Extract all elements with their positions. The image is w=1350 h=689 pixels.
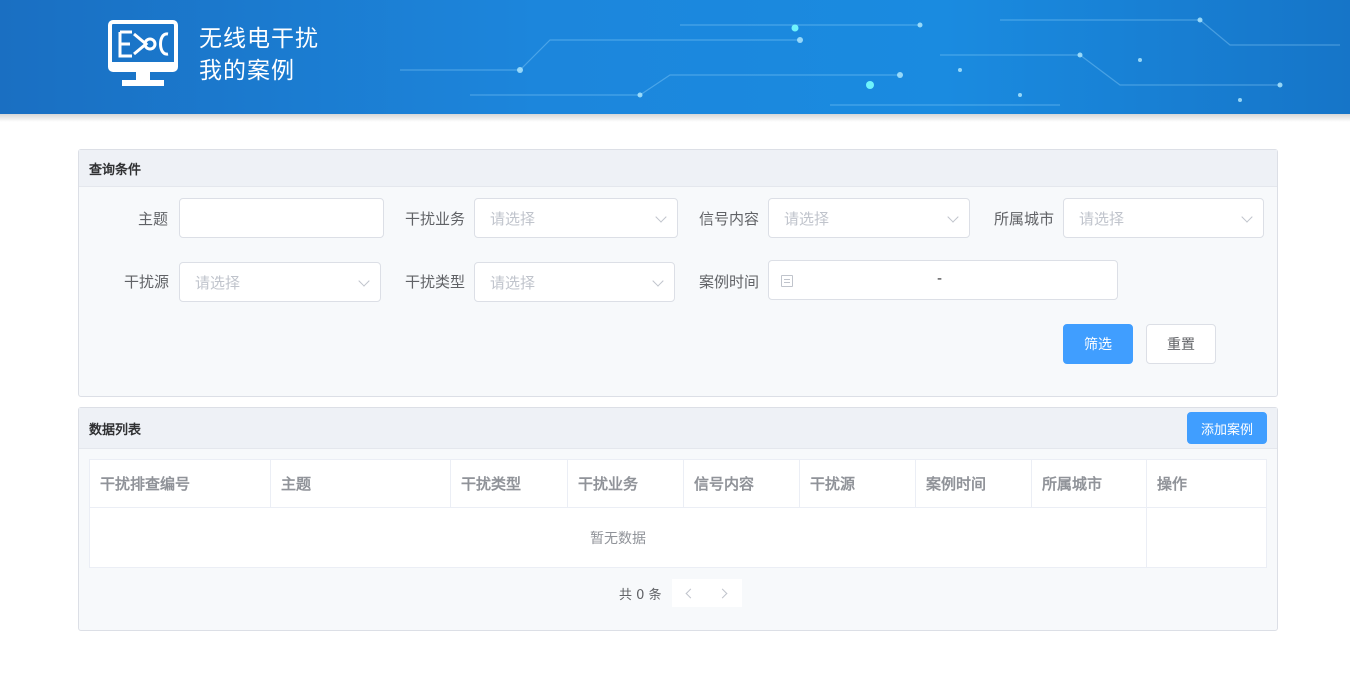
table-body: 暂无数据: [90, 508, 1266, 567]
chevron-down-icon: [1241, 211, 1253, 223]
chevron-down-icon: [947, 211, 959, 223]
time-label: 案例时间: [699, 273, 760, 291]
app-title: 无线电干扰 我的案例: [199, 23, 319, 87]
reset-button[interactable]: 重置: [1146, 324, 1216, 364]
list-panel-header: 数据列表 添加案例: [79, 408, 1277, 449]
city-label: 所属城市: [994, 210, 1055, 228]
time-range-picker[interactable]: -: [768, 260, 1118, 300]
list-panel-title: 数据列表: [89, 422, 142, 438]
column-header[interactable]: 操作: [1147, 460, 1266, 507]
time-range-separator: -: [937, 271, 943, 287]
subject-input[interactable]: [179, 198, 384, 238]
business-label: 干扰业务: [405, 210, 466, 228]
business-select[interactable]: 请选择: [474, 198, 678, 238]
empty-text: 暂无数据: [590, 530, 646, 547]
chevron-down-icon: [652, 275, 664, 287]
chevron-right-icon: [717, 588, 728, 598]
app-title-line1: 无线电干扰: [199, 26, 319, 52]
header-shadow: [0, 114, 1350, 122]
type-select[interactable]: 请选择: [474, 262, 675, 302]
type-label: 干扰类型: [405, 273, 466, 291]
subject-label: 主题: [138, 210, 169, 228]
app-header: 无线电干扰 我的案例: [0, 0, 1350, 114]
pagination-total: 共 0 条: [619, 587, 662, 603]
query-panel-header: 查询条件: [79, 150, 1277, 187]
column-header[interactable]: 干扰源: [800, 460, 916, 507]
signal-select[interactable]: 请选择: [768, 198, 970, 238]
query-panel: 查询条件 主题 干扰业务 请选择 信号内容 请选择 所属城市 请选择 干扰源 请…: [78, 149, 1278, 397]
column-header[interactable]: 信号内容: [684, 460, 800, 507]
signal-select-placeholder: 请选择: [784, 209, 830, 228]
circuit-decoration: [400, 17, 1340, 106]
monitor-logo-icon: [108, 20, 178, 86]
source-label: 干扰源: [124, 273, 170, 291]
column-header[interactable]: 主题: [271, 460, 451, 507]
list-panel: 数据列表 添加案例 干扰排查编号 主题 干扰类型 干扰业务 信号内容 干扰源 案…: [78, 407, 1278, 631]
add-case-button[interactable]: 添加案例: [1187, 412, 1267, 444]
source-select[interactable]: 请选择: [179, 262, 381, 302]
signal-label: 信号内容: [699, 210, 760, 228]
city-select-placeholder: 请选择: [1079, 209, 1125, 228]
column-header[interactable]: 所属城市: [1032, 460, 1147, 507]
next-page-button[interactable]: [706, 579, 742, 607]
case-table: 干扰排查编号 主题 干扰类型 干扰业务 信号内容 干扰源 案例时间 所属城市 操…: [89, 459, 1267, 568]
source-select-placeholder: 请选择: [195, 273, 241, 292]
column-header[interactable]: 干扰业务: [568, 460, 684, 507]
app-title-line2: 我的案例: [199, 58, 295, 84]
operation-column-divider: [1146, 508, 1147, 567]
table-header: 干扰排查编号 主题 干扰类型 干扰业务 信号内容 干扰源 案例时间 所属城市 操…: [90, 460, 1266, 508]
chevron-down-icon: [358, 275, 370, 287]
calendar-icon: [781, 275, 793, 287]
business-select-placeholder: 请选择: [490, 209, 536, 228]
chevron-down-icon: [655, 211, 667, 223]
column-header[interactable]: 干扰排查编号: [90, 460, 271, 507]
city-select[interactable]: 请选择: [1063, 198, 1264, 238]
query-panel-title: 查询条件: [89, 162, 142, 178]
filter-button[interactable]: 筛选: [1063, 324, 1133, 364]
prev-page-button[interactable]: [671, 579, 707, 607]
column-header[interactable]: 干扰类型: [451, 460, 568, 507]
column-header[interactable]: 案例时间: [916, 460, 1032, 507]
chevron-left-icon: [685, 588, 696, 598]
pagination: 共 0 条: [619, 579, 742, 607]
type-select-placeholder: 请选择: [490, 273, 536, 292]
